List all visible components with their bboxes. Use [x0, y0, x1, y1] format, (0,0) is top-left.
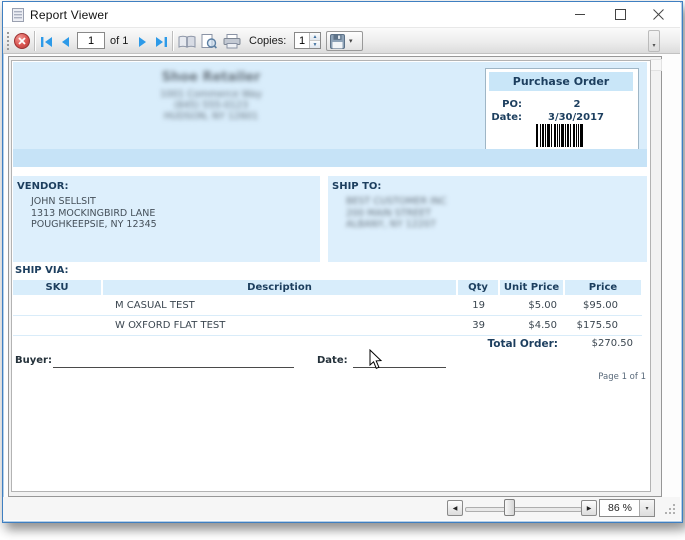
ship-to-panel: SHIP TO: BEST CUSTOMER INC 200 MAIN STRE… — [328, 176, 647, 262]
zoom-level-value: 86 % — [600, 502, 639, 514]
cell-sku — [13, 318, 101, 335]
open-book-icon — [178, 35, 196, 49]
report-viewport[interactable]: Shoe Retailer 1001 Commerce Way (845) 55… — [8, 56, 662, 497]
purchase-order-title: Purchase Order — [489, 72, 633, 91]
page-setup-button[interactable] — [177, 33, 197, 50]
col-header-qty: Qty — [458, 280, 498, 295]
toolbar: of 1 Copi — [3, 27, 680, 54]
page-number-input[interactable] — [77, 32, 105, 49]
header-accent-band — [13, 149, 647, 167]
maximize-icon — [615, 9, 626, 20]
zoom-dropdown-arrow[interactable]: ▾ — [639, 500, 654, 516]
report-header-panel: Shoe Retailer 1001 Commerce Way (845) 55… — [13, 62, 647, 149]
date-label: Date: — [317, 355, 348, 366]
toolbar-separator — [34, 31, 35, 51]
company-address-redacted: Shoe Retailer 1001 Commerce Way (845) 55… — [61, 70, 361, 122]
last-page-button[interactable] — [152, 34, 169, 49]
cell-unit-price: $4.50 — [500, 318, 563, 335]
vendor-label: VENDOR: — [17, 181, 68, 192]
print-button[interactable] — [221, 33, 243, 50]
cell-sku — [13, 298, 101, 315]
signature-row: Buyer: Date: — [13, 355, 642, 369]
cell-qty: 19 — [458, 298, 498, 315]
po-value: 2 — [542, 99, 612, 110]
copies-input[interactable] — [295, 33, 309, 48]
close-icon — [653, 9, 664, 20]
print-preview-icon — [201, 34, 217, 49]
purchase-order-panel: Purchase Order PO: 2 Date: 3/30/2017 — [485, 68, 639, 150]
previous-page-icon — [59, 36, 71, 48]
ship-to-label: SHIP TO: — [332, 181, 381, 192]
copies-spinner: ▲ ▼ — [294, 32, 321, 49]
ship-via-label: SHIP VIA: — [15, 265, 69, 276]
minimize-button[interactable] — [561, 2, 599, 27]
barcode — [536, 124, 584, 147]
copies-up-button[interactable]: ▲ — [310, 33, 320, 41]
total-order-value: $270.50 — [561, 338, 633, 349]
cell-price: $175.50 — [565, 318, 641, 335]
total-order-label: Total Order: — [313, 338, 558, 350]
minimize-icon — [575, 9, 586, 20]
col-header-description: Description — [103, 280, 456, 295]
first-page-icon — [40, 36, 54, 48]
cell-description: M CASUAL TEST — [103, 298, 456, 315]
buyer-label: Buyer: — [15, 355, 52, 366]
zoom-level-combo[interactable]: 86 % ▾ — [599, 499, 655, 517]
save-icon — [330, 34, 345, 49]
buyer-signature-line — [53, 355, 294, 368]
total-row: Total Order: $270.50 — [13, 338, 642, 354]
next-page-button[interactable] — [134, 34, 151, 49]
zoom-slider-thumb[interactable] — [504, 499, 515, 516]
cell-description: W OXFORD FLAT TEST — [103, 318, 456, 335]
table-header-row: SKU Description Qty Unit Price Price — [13, 280, 642, 295]
cell-price: $95.00 — [565, 298, 641, 315]
save-split-button[interactable]: ▾ — [326, 31, 363, 51]
previous-page-button[interactable] — [56, 34, 73, 49]
last-page-icon — [154, 36, 168, 48]
status-bar: ◀ ▶ 86 % ▾ — [3, 497, 680, 520]
title-bar[interactable]: Report Viewer — [3, 2, 680, 27]
vendor-panel: VENDOR: JOHN SELLSIT 1313 MOCKINGBIRD LA… — [13, 176, 320, 262]
cell-qty: 39 — [458, 318, 498, 335]
first-page-button[interactable] — [38, 34, 55, 49]
print-preview-button[interactable] — [199, 33, 219, 50]
copies-label: Copies: — [249, 35, 286, 47]
page-footer: Page 1 of 1 — [532, 372, 646, 382]
zoom-slider-track[interactable] — [465, 507, 582, 512]
printer-icon — [223, 34, 241, 49]
report-page: Shoe Retailer 1001 Commerce Way (845) 55… — [11, 60, 651, 492]
cancel-icon — [18, 37, 26, 45]
page-count-label: of 1 — [110, 35, 128, 47]
report-icon — [12, 8, 24, 22]
toolbar-grip[interactable] — [7, 32, 9, 50]
toolbar-separator — [172, 31, 173, 51]
next-page-icon — [137, 36, 149, 48]
report-viewer-window: Report Viewer of 1 — [2, 1, 683, 523]
col-header-price: Price — [565, 280, 641, 295]
window-title: Report Viewer — [30, 8, 108, 22]
po-date-value: 3/30/2017 — [524, 112, 628, 123]
scroll-corner — [650, 59, 662, 71]
table-row: M CASUAL TEST 19 $5.00 $95.00 — [13, 298, 642, 316]
po-label: PO: — [486, 99, 522, 110]
date-signature-line — [353, 355, 446, 368]
mouse-cursor — [369, 349, 383, 370]
ship-to-address-redacted: BEST CUSTOMER INC 200 MAIN STREET ALBANY… — [346, 196, 447, 231]
resize-grip[interactable] — [664, 503, 676, 515]
po-date-label: Date: — [486, 112, 522, 123]
maximize-button[interactable] — [601, 2, 639, 27]
close-button[interactable] — [639, 2, 677, 27]
col-header-unit-price: Unit Price — [500, 280, 563, 295]
copies-down-button[interactable]: ▼ — [310, 41, 320, 48]
stop-button[interactable] — [14, 33, 30, 49]
toolbar-overflow-button[interactable]: ▾ — [648, 30, 660, 52]
save-dropdown-arrow[interactable]: ▾ — [349, 37, 353, 45]
table-row: W OXFORD FLAT TEST 39 $4.50 $175.50 — [13, 318, 642, 336]
cell-unit-price: $5.00 — [500, 298, 563, 315]
vendor-address: JOHN SELLSIT 1313 MOCKINGBIRD LANE POUGH… — [31, 196, 157, 231]
zoom-in-button[interactable]: ▶ — [581, 500, 597, 516]
zoom-out-button[interactable]: ◀ — [447, 500, 463, 516]
col-header-sku: SKU — [13, 280, 101, 295]
